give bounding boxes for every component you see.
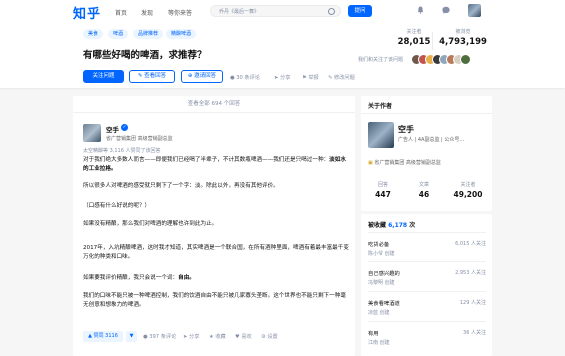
answer-comments-button[interactable]: ● 397 条评论 (143, 333, 176, 340)
collection-item[interactable]: 美食看啤酒道 凉蓝 创建 129 人关注 (368, 299, 486, 316)
collection-item[interactable]: 吃货必备 陈小爷 创建 6,015 人关注 (368, 240, 486, 257)
answer-paragraph: （口感有什么好说的呢？） (83, 203, 151, 209)
collections-title: 被收藏 6,178 次 (368, 222, 416, 229)
articles-count-stat[interactable]: 文章 46 (409, 181, 439, 199)
search-input[interactable]: 乔丹《最后一舞》 (210, 5, 341, 17)
question-header: 美食 啤酒 品牌推荐 精酿啤酒 有哪些好喝的啤酒，求推荐？ 关注问题 ✎ 查看回… (0, 23, 565, 88)
view-answers-button[interactable]: ✎ 查看回答 (129, 70, 175, 83)
answer-paragraph: 如果要我评价精酿，我只会说一个词：自由。 (83, 275, 195, 281)
topic-tag[interactable]: 美食 (83, 29, 104, 39)
follow-question-button[interactable]: 关注问题 (83, 70, 124, 83)
author-avatar-large[interactable] (368, 122, 394, 148)
author-name[interactable]: 空手 (106, 124, 119, 134)
answer-paragraph: 我们的口味不能只被一种啤酒控制，我们的饮酒自由不能只被几家寡头垄断。这个世界也不… (83, 293, 346, 308)
comments-button[interactable]: ● 30 条评论 (230, 74, 260, 81)
author-name[interactable]: 空手 (398, 124, 414, 135)
divider (368, 321, 486, 322)
invite-answer-button[interactable]: ⊕ 邀请回答 (181, 70, 223, 83)
divider (368, 261, 486, 262)
nav-discover[interactable]: 发现 (141, 8, 153, 17)
upvote-button[interactable]: ▲ 赞同 3116 (83, 331, 123, 342)
answer-paragraph: 2017年，入坑精酿啤酒，这时我才知道，其实啤酒是一个联合国，在所有酒种里面，啤… (83, 245, 349, 260)
bell-icon[interactable] (417, 6, 424, 14)
report-button[interactable]: ⚑ 举报 (302, 74, 319, 81)
friends-following-text: 我们和关注了该问题 (358, 57, 404, 63)
followers-count-stat[interactable]: 关注者 49,200 (450, 181, 486, 199)
downvote-button[interactable]: ▼ (126, 331, 137, 342)
zhihu-logo[interactable]: 知乎 (73, 3, 101, 22)
answer-action-bar: ▲ 赞同 3116 ▼ ● 397 条评论 ➤ 分享 ★ 收藏 ♥ 喜欢 ⚙ 设… (73, 328, 355, 356)
author-headline: 省广营销集团 高级营销副总监 (106, 136, 173, 142)
answer-share-button[interactable]: ➤ 分享 (183, 333, 199, 340)
user-avatar[interactable] (468, 4, 481, 17)
divider (368, 232, 486, 233)
answers-count-stat[interactable]: 回答 447 (368, 181, 398, 199)
stat-divider (432, 32, 433, 50)
verified-icon: ✓ (121, 124, 128, 131)
nav-waiting-answer[interactable]: 等你来答 (168, 8, 192, 17)
friend-avatar[interactable] (460, 54, 471, 65)
collections-card: 被收藏 6,178 次 吃货必备 陈小爷 创建 6,015 人关注 自己感兴趣的… (361, 214, 492, 356)
author-organization: ▣ 省广营销集团 高级营销副总监 (368, 160, 441, 166)
search-icon[interactable] (328, 8, 335, 15)
share-button[interactable]: ➤ 分享 (274, 74, 290, 81)
divider (361, 113, 492, 114)
about-author-title: 关于作者 (368, 103, 393, 110)
ask-button[interactable]: 提问 (348, 5, 372, 17)
top-nav-bar: 知乎 首页 发现 等你来答 乔丹《最后一舞》 提问 (0, 0, 565, 24)
answer-paragraph: 所以很多人对啤酒的感受就只剩下了一个字：淡。除此以外，再没有其他评价。 (83, 183, 279, 189)
views-stat: 被浏览 4,793,199 (439, 29, 487, 47)
question-title: 有哪些好喝的啤酒，求推荐？ (83, 50, 207, 61)
answer-collect-button[interactable]: ★ 收藏 (209, 333, 226, 340)
followers-stat[interactable]: 关注者 28,015 (396, 28, 432, 47)
view-all-answers-link[interactable]: 查看全部 694 个回答 (73, 96, 355, 113)
topic-tag[interactable]: 精酿啤酒 (166, 29, 197, 39)
answer-paragraph: 对于我们绝大多数人而言——即便我们已经喝了半辈子，不计其数瓶啤酒——我们还是只喝… (83, 157, 346, 172)
nav-home[interactable]: 首页 (115, 8, 127, 17)
search-placeholder: 乔丹《最后一舞》 (219, 9, 260, 15)
answer-like-button[interactable]: ♥ 喜欢 (235, 333, 252, 340)
collection-item[interactable]: 自己感兴趣的 冯黎明 创建 2,953 人关注 (368, 269, 486, 286)
topic-tag[interactable]: 啤酒 (108, 29, 129, 39)
divider (368, 291, 486, 292)
answer-settings-button[interactable]: ⚙ 设置 (261, 333, 278, 340)
author-headline: 广告人 | 4A副总监 | 公众号… (398, 137, 465, 143)
author-avatar[interactable] (83, 124, 101, 142)
vote-summary: 太空精酿等 3,116 人赞同了该回答 (83, 148, 161, 154)
edit-question-button[interactable]: ✎ 修改问题 (328, 74, 355, 81)
message-icon[interactable] (442, 6, 450, 14)
about-author-card: 关于作者 空手 广告人 | 4A副总监 | 公众号… ▣ 省广营销集团 高级营销… (361, 96, 492, 211)
answer-paragraph: 如果没有精酿，那么我们对啤酒的理解也许到此为止。 (83, 221, 218, 227)
topic-tag[interactable]: 品牌推荐 (133, 29, 164, 39)
answer-list: 查看全部 694 个回答 空手 ✓ 省广营销集团 高级营销副总监 太空精酿等 3… (73, 96, 355, 356)
collection-item[interactable]: 有用 江南 创建 36 人关注 (368, 329, 486, 346)
